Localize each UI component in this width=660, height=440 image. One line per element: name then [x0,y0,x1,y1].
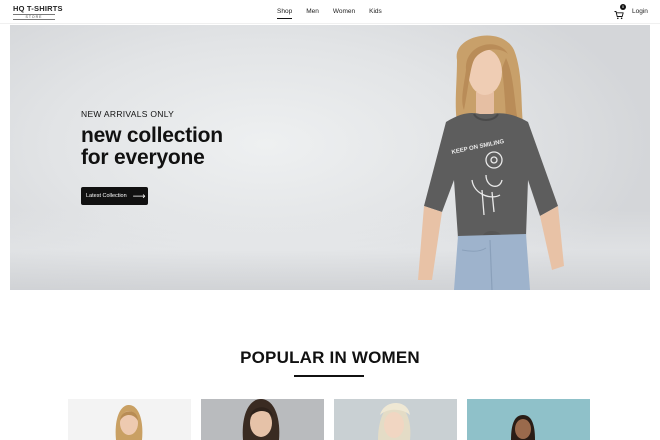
site-header: HQ T-SHIRTS STORE Shop Men Women Kids 0 … [0,0,660,24]
product-image [334,399,457,440]
store-logo[interactable]: HQ T-SHIRTS STORE [13,4,63,20]
nav-item-men[interactable]: Men [299,0,326,24]
product-image [467,399,590,440]
hero-tagline: NEW ARRIVALS ONLY [81,109,175,119]
product-image [68,399,191,440]
nav-item-kids[interactable]: Kids [362,0,389,24]
popular-products-row [68,399,590,440]
nav-item-women[interactable]: Women [326,0,362,24]
popular-section-title: POPULAR IN WOMEN [240,348,420,367]
logo-main-text: HQ T-SHIRTS [13,4,63,13]
hero-banner: NEW ARRIVALS ONLY new collection for eve… [10,25,650,290]
product-card[interactable] [467,399,590,440]
logo-sub-text: STORE [13,14,55,20]
arrow-right-icon: ⟶ [132,190,146,201]
cart-count-badge: 0 [620,4,626,10]
product-card[interactable] [68,399,191,440]
product-image [201,399,324,440]
nav-item-shop[interactable]: Shop [270,0,299,24]
cart-button[interactable]: 0 [614,4,626,20]
section-title-underline [294,375,364,377]
latest-collection-button[interactable]: Latest Collection ⟶ [81,187,148,205]
cart-icon [614,11,624,20]
main-nav: Shop Men Women Kids [270,0,389,24]
hero-title-line-1: new collection [81,124,223,147]
latest-collection-label: Latest Collection [86,193,127,199]
hero-title: new collection for everyone [81,125,223,169]
hero-model-image: KEEP ON SMILING [418,35,564,290]
product-card[interactable] [201,399,324,440]
login-link[interactable]: Login [632,0,648,24]
product-card[interactable] [334,399,457,440]
hero-title-line-2: for everyone [81,146,205,169]
